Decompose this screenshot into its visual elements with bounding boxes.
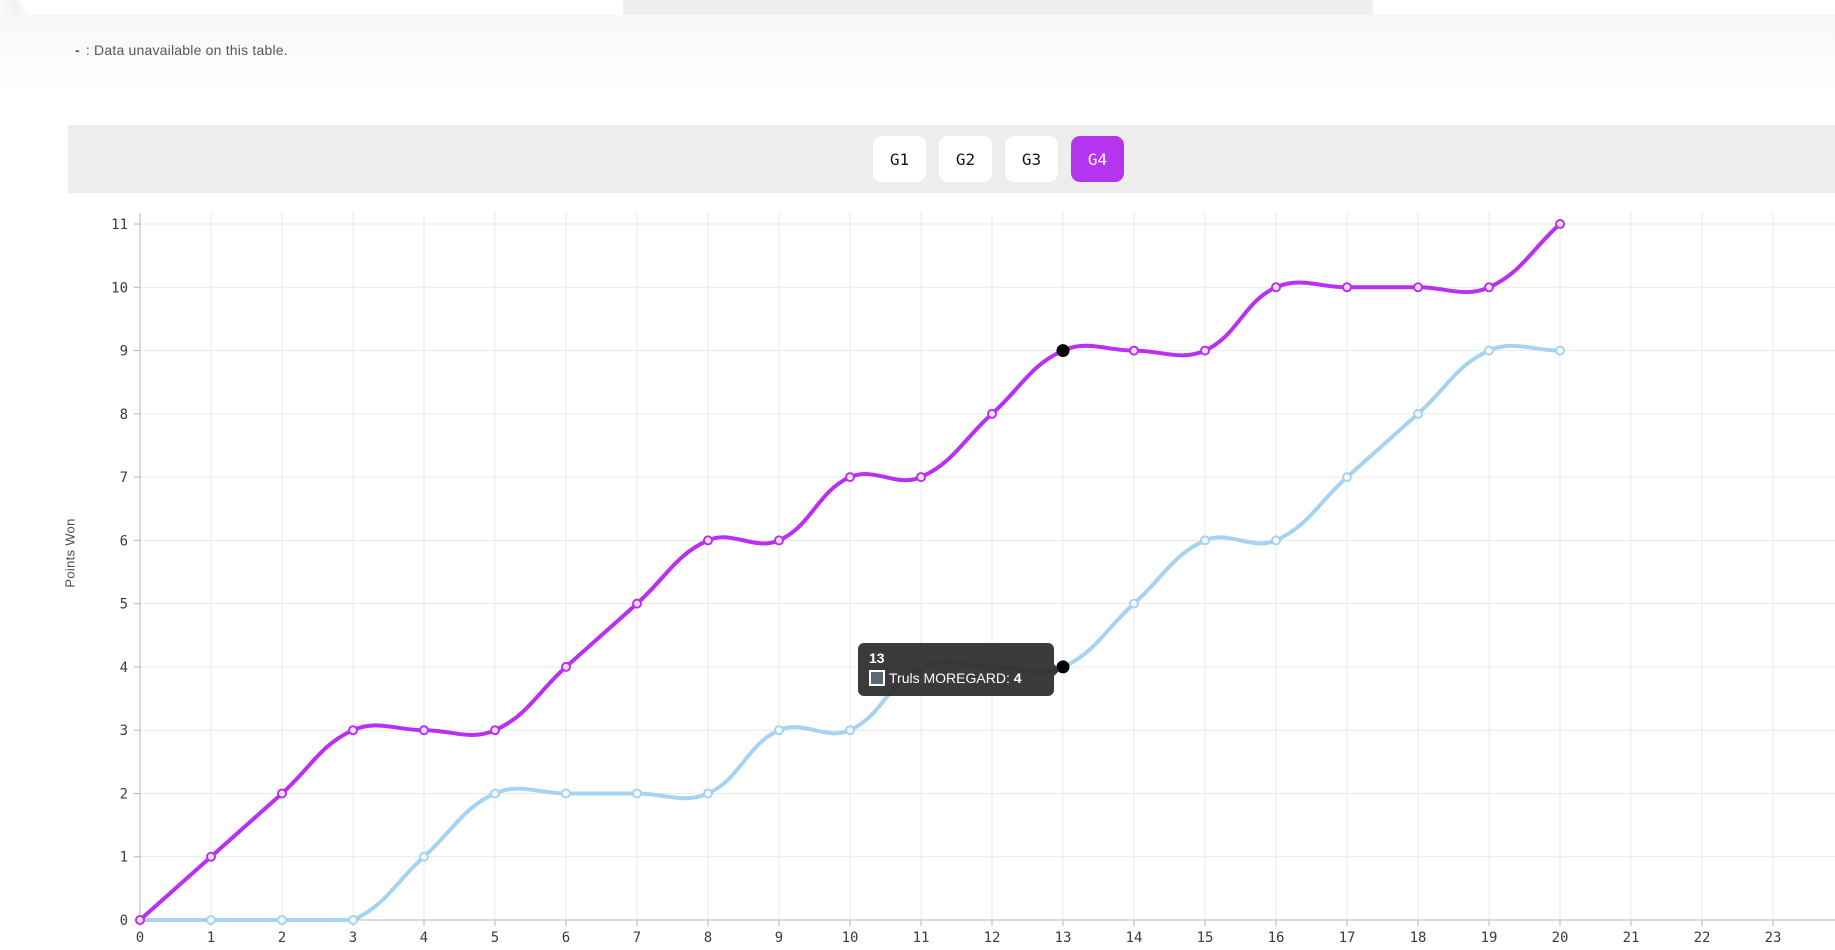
svg-text:5: 5	[120, 597, 128, 613]
svg-text:1: 1	[207, 930, 215, 946]
tooltip-title: 13	[869, 650, 1044, 666]
series-color-swatch	[869, 670, 885, 686]
svg-text:13: 13	[1055, 930, 1072, 946]
svg-text:3: 3	[349, 930, 357, 946]
svg-text:4: 4	[120, 660, 128, 676]
svg-text:23: 23	[1765, 930, 1782, 946]
svg-text:9: 9	[775, 930, 783, 946]
svg-text:2: 2	[120, 786, 128, 802]
points-won-chart[interactable]: 0123456789101101234567891011121314151617…	[0, 190, 1835, 950]
game-tab-g1[interactable]: G1	[873, 136, 926, 182]
svg-text:18: 18	[1410, 930, 1427, 946]
svg-text:4: 4	[420, 930, 428, 946]
game-tab-g3[interactable]: G3	[1005, 136, 1058, 182]
svg-text:14: 14	[1126, 930, 1143, 946]
game-tab-g4[interactable]: G4	[1071, 136, 1124, 182]
game-selector-band: G1 G2 G3 G4	[68, 125, 1835, 193]
svg-text:21: 21	[1623, 930, 1640, 946]
game-selector: G1 G2 G3 G4	[873, 136, 1124, 182]
svg-text:12: 12	[984, 930, 1001, 946]
svg-text:10: 10	[842, 930, 859, 946]
svg-text:6: 6	[562, 930, 570, 946]
svg-text:3: 3	[120, 723, 128, 739]
svg-text:5: 5	[491, 930, 499, 946]
svg-text:9: 9	[120, 344, 128, 360]
data-unavailable-note: -: Data unavailable on this table.	[75, 42, 288, 58]
top-tab-remnant-gray	[623, 0, 1373, 15]
svg-text:22: 22	[1694, 930, 1711, 946]
svg-text:8: 8	[120, 407, 128, 423]
svg-text:1: 1	[120, 850, 128, 866]
y-axis-title: Points Won	[63, 518, 78, 587]
svg-text:2: 2	[278, 930, 286, 946]
game-tab-g2[interactable]: G2	[939, 136, 992, 182]
svg-text:19: 19	[1481, 930, 1498, 946]
top-tab-remnant-white	[68, 0, 623, 15]
svg-text:6: 6	[120, 533, 128, 549]
svg-text:11: 11	[111, 217, 128, 233]
svg-text:17: 17	[1339, 930, 1356, 946]
svg-text:0: 0	[136, 930, 144, 946]
tooltip-row: Truls MOREGARD: 4	[869, 670, 1044, 686]
note-dash: -	[75, 42, 80, 58]
svg-text:20: 20	[1552, 930, 1569, 946]
chart-tooltip: 13 Truls MOREGARD: 4	[858, 643, 1054, 696]
svg-text:16: 16	[1268, 930, 1285, 946]
svg-text:8: 8	[704, 930, 712, 946]
note-text: : Data unavailable on this table.	[86, 42, 288, 58]
svg-text:7: 7	[120, 470, 128, 486]
tooltip-series-label: Truls MOREGARD: 4	[889, 670, 1022, 686]
svg-text:10: 10	[111, 280, 128, 296]
svg-text:0: 0	[120, 913, 128, 929]
svg-text:11: 11	[913, 930, 930, 946]
svg-text:15: 15	[1197, 930, 1214, 946]
svg-text:7: 7	[633, 930, 641, 946]
tooltip-value: 4	[1014, 670, 1022, 686]
